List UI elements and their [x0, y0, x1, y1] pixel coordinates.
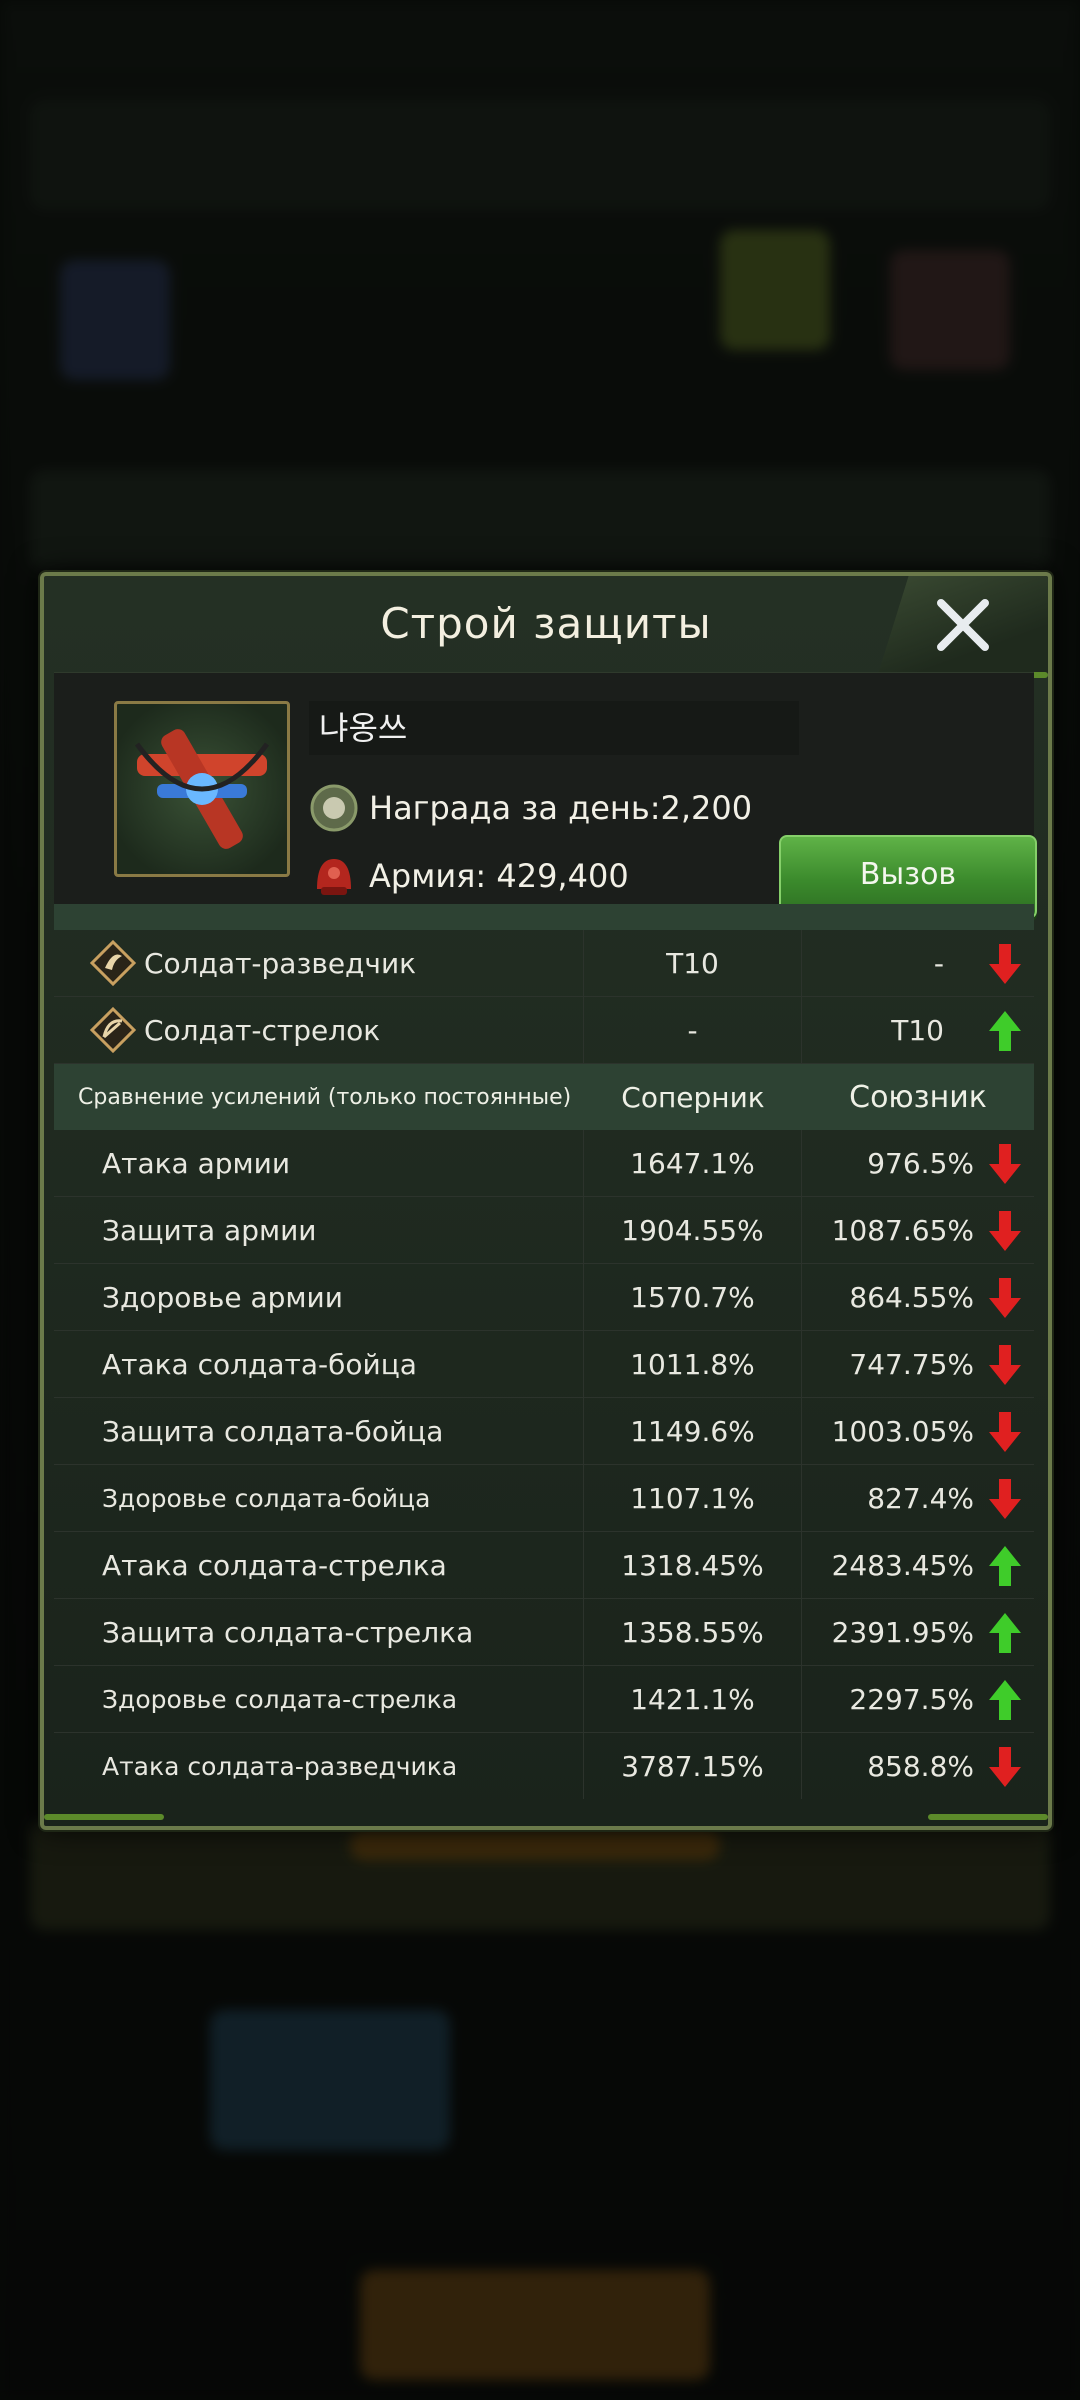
rival-value: 1647.1% — [584, 1130, 802, 1196]
rival-value: 1421.1% — [584, 1666, 802, 1732]
avatar[interactable] — [114, 701, 290, 877]
boost-row: Здоровье солдата-стрелка 1421.1% 2297.5% — [54, 1666, 1034, 1733]
boost-comparison-header: Сравнение усилений (только постоянные) С… — [54, 1064, 1034, 1130]
rival-value: 1318.45% — [584, 1532, 802, 1598]
arrow-down-icon — [989, 1747, 1021, 1787]
rival-value: 1904.55% — [584, 1197, 802, 1263]
tier-row-archer: Солдат-стрелок - T10 — [54, 997, 1034, 1064]
tier-header-strip — [54, 904, 1034, 930]
ally-value: 2297.5% — [849, 1682, 974, 1716]
rival-profile-panel: 냐옹쓰 Награда за день:2,200 Армия: 429,400… — [54, 672, 1037, 919]
boost-label: Защита солдата-бойца — [102, 1414, 444, 1448]
archer-unit-icon — [90, 1007, 136, 1053]
boost-label: Атака армии — [102, 1146, 291, 1180]
tier-label: Солдат-стрелок — [144, 1013, 381, 1047]
arrow-down-icon — [989, 1345, 1021, 1385]
arrow-down-icon — [989, 1479, 1021, 1519]
ally-value: 1003.05% — [831, 1414, 974, 1448]
player-name: 냐옹쓰 — [309, 701, 799, 755]
ally-value: 2483.45% — [831, 1548, 974, 1582]
boost-header-label: Сравнение усилений (только постоянные) — [78, 1084, 572, 1110]
reward-medal-icon — [310, 784, 358, 832]
boost-row: Защита солдата-стрелка 1358.55% 2391.95% — [54, 1599, 1034, 1666]
boost-row: Атака солдата-разведчика 3787.15% 858.8% — [54, 1733, 1034, 1799]
boost-label: Здоровье солдата-стрелка — [102, 1684, 458, 1714]
boost-label: Атака солдата-разведчика — [102, 1751, 458, 1781]
arrow-up-icon — [989, 1546, 1021, 1586]
crossbow-icon — [134, 729, 270, 849]
arrow-up-icon — [989, 1011, 1021, 1051]
arrow-down-icon — [989, 1412, 1021, 1452]
boost-row: Атака солдата-стрелка 1318.45% 2483.45% — [54, 1532, 1034, 1599]
arrow-up-icon — [989, 1613, 1021, 1653]
ally-value: 858.8% — [867, 1749, 974, 1783]
tier-ally-value: T10 — [891, 1013, 944, 1047]
daily-reward: Награда за день:2,200 — [309, 783, 752, 833]
boost-label: Защита солдата-стрелка — [102, 1615, 474, 1649]
army-helmet-icon — [317, 859, 351, 895]
boost-row: Защита солдата-бойца 1149.6% 1003.05% — [54, 1398, 1034, 1465]
boost-label: Здоровье армии — [102, 1280, 343, 1314]
ally-value: 2391.95% — [831, 1615, 974, 1649]
rival-value: 1570.7% — [584, 1264, 802, 1330]
close-icon — [937, 599, 989, 651]
arrow-up-icon — [989, 1680, 1021, 1720]
boost-row: Атака солдата-бойца 1011.8% 747.75% — [54, 1331, 1034, 1398]
arrow-down-icon — [989, 1211, 1021, 1251]
ally-value: 1087.65% — [831, 1213, 974, 1247]
boost-row: Здоровье солдата-бойца 1107.1% 827.4% — [54, 1465, 1034, 1532]
rival-value: 1149.6% — [584, 1398, 802, 1464]
ally-column-header: Союзник — [849, 1079, 987, 1115]
vine-decoration — [44, 1814, 164, 1820]
rival-value: 1011.8% — [584, 1331, 802, 1397]
arrow-down-icon — [989, 1278, 1021, 1318]
army-power: Армия: 429,400 — [309, 851, 629, 901]
rival-value: 3787.15% — [584, 1733, 802, 1799]
rival-value: 1107.1% — [584, 1465, 802, 1531]
boost-row: Здоровье армии 1570.7% 864.55% — [54, 1264, 1034, 1331]
boost-label: Атака солдата-стрелка — [102, 1548, 447, 1582]
vine-decoration — [928, 1814, 1048, 1820]
boost-label: Атака солдата-бойца — [102, 1347, 417, 1381]
arrow-down-icon — [989, 944, 1021, 984]
reward-text: Награда за день:2,200 — [369, 789, 753, 827]
comparison-table: Солдат-разведчик T10 - Солдат-стрелок - … — [54, 904, 1034, 1799]
army-text: Армия: 429,400 — [369, 857, 629, 895]
scout-unit-icon — [90, 940, 136, 986]
boost-row: Атака армии 1647.1% 976.5% — [54, 1130, 1034, 1197]
ally-value: 747.75% — [849, 1347, 974, 1381]
tier-ally-value: - — [933, 946, 944, 980]
tier-label: Солдат-разведчик — [144, 946, 417, 980]
boost-label: Защита армии — [102, 1213, 317, 1247]
boost-row: Защита армии 1904.55% 1087.65% — [54, 1197, 1034, 1264]
tier-rival-value: T10 — [584, 930, 802, 996]
tier-row-scout: Солдат-разведчик T10 - — [54, 930, 1034, 997]
boost-label: Здоровье солдата-бойца — [102, 1483, 431, 1513]
tier-rival-value: - — [584, 997, 802, 1063]
rival-value: 1358.55% — [584, 1599, 802, 1665]
ally-value: 864.55% — [849, 1280, 974, 1314]
arrow-down-icon — [989, 1144, 1021, 1184]
rival-column-header: Соперник — [621, 1080, 765, 1114]
ally-value: 827.4% — [867, 1481, 974, 1515]
ally-value: 976.5% — [867, 1146, 974, 1180]
defense-formation-dialog: Строй защиты 냐옹쓰 Награда за день:2,200 А… — [40, 572, 1052, 1830]
